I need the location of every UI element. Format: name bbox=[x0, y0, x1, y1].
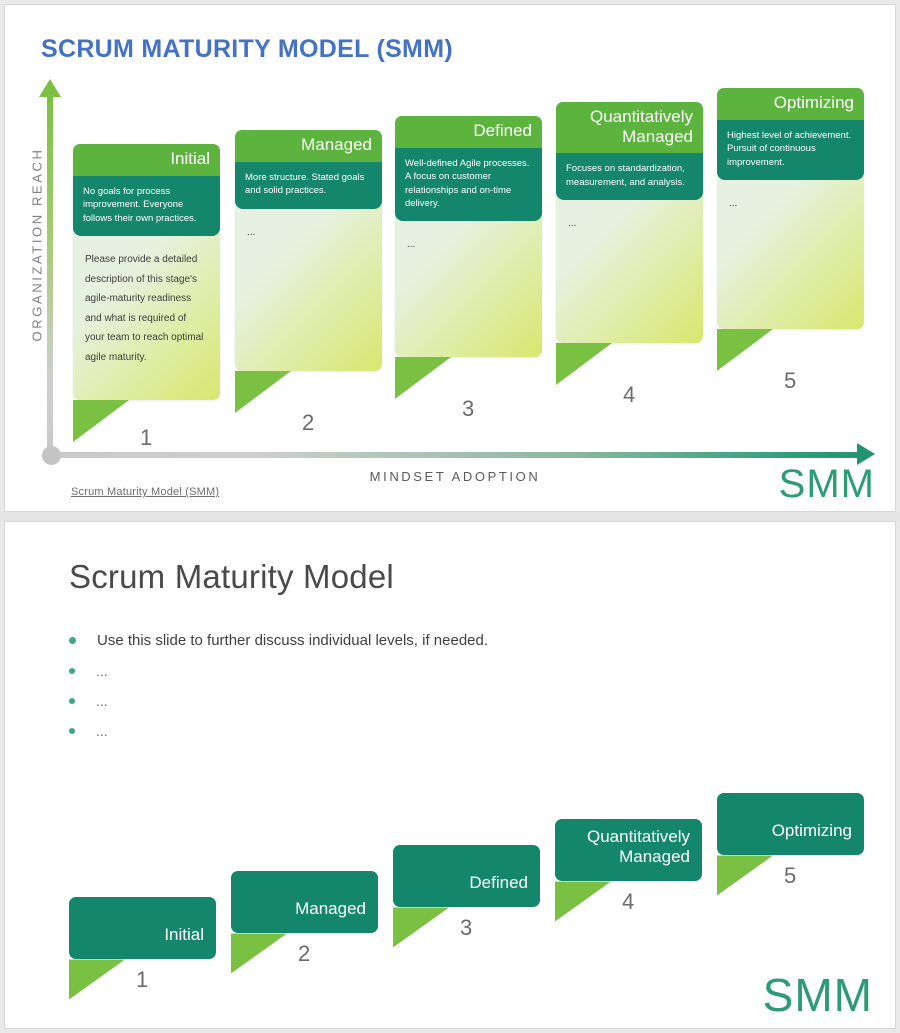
maturity-card-2-title: Managed bbox=[235, 130, 382, 162]
maturity-card-5-description: Highest level of achievement. Pursuit of… bbox=[717, 119, 864, 180]
slide2-maturity-card-4-label: Quantitatively Managed bbox=[587, 826, 690, 867]
slide2-maturity-steps-group: Initial 1 Managed 2 Defined 3 Quantitati… bbox=[5, 522, 895, 1028]
slide2-maturity-card-2-number: 2 bbox=[298, 941, 311, 967]
slide-scrum-maturity-model-detail[interactable]: Scrum Maturity Model Use this slide to f… bbox=[4, 521, 896, 1029]
maturity-card-1-number: 1 bbox=[140, 425, 153, 450]
slide-divider bbox=[0, 511, 900, 522]
slide2-maturity-card-4-number: 4 bbox=[622, 889, 635, 915]
maturity-card-2-number: 2 bbox=[302, 410, 315, 435]
maturity-card-3-number: 3 bbox=[462, 396, 475, 421]
slide2-maturity-card-1-title: Initial bbox=[69, 897, 216, 960]
slide-scrum-maturity-model-diagram[interactable]: SCRUM MATURITY MODEL (SMM) ORGANIZATION … bbox=[4, 4, 896, 512]
slide-deck: SCRUM MATURITY MODEL (SMM) ORGANIZATION … bbox=[0, 0, 900, 1033]
slide2-maturity-card-5-title: Optimizing bbox=[717, 793, 864, 856]
slide2-maturity-card-1-number: 1 bbox=[136, 967, 149, 993]
maturity-card-4[interactable]: Quantitatively Managed Focuses on standa… bbox=[556, 102, 703, 385]
maturity-card-4-tail bbox=[556, 343, 612, 385]
maturity-card-1-title: Initial bbox=[73, 144, 220, 176]
maturity-card-4-description: Focuses on standardization, measurement,… bbox=[556, 153, 703, 201]
maturity-card-4-number: 4 bbox=[623, 382, 636, 407]
maturity-card-5-number: 5 bbox=[784, 368, 797, 393]
slide2-maturity-card-4[interactable]: Quantitatively Managed bbox=[555, 819, 702, 922]
slide2-maturity-card-2[interactable]: Managed bbox=[231, 871, 378, 974]
slide2-maturity-card-3-title: Defined bbox=[393, 845, 540, 908]
maturity-card-3-title: Defined bbox=[395, 116, 542, 148]
maturity-card-3-description: Well-defined Agile processes. A focus on… bbox=[395, 147, 542, 222]
maturity-card-1-tail bbox=[73, 400, 129, 442]
slide2-maturity-card-2-tail bbox=[231, 933, 287, 974]
smm-logo: SMM bbox=[762, 968, 873, 1021]
maturity-card-2-body: ... bbox=[247, 226, 256, 238]
maturity-card-3[interactable]: Defined Well-defined Agile processes. A … bbox=[395, 116, 542, 399]
slide2-maturity-card-3[interactable]: Defined bbox=[393, 845, 540, 948]
maturity-card-1[interactable]: Initial No goals for process improvement… bbox=[73, 144, 220, 442]
maturity-card-4-body: ... bbox=[568, 218, 577, 230]
slide2-maturity-card-1-label: Initial bbox=[164, 925, 204, 945]
maturity-card-5-title: Optimizing bbox=[717, 88, 864, 120]
maturity-card-5[interactable]: Optimizing Highest level of achievement.… bbox=[717, 88, 864, 371]
maturity-card-2-tail bbox=[235, 371, 291, 413]
maturity-card-4-title: Quantitatively Managed bbox=[556, 102, 703, 154]
maturity-card-5-tail bbox=[717, 329, 773, 371]
maturity-card-3-tail bbox=[395, 357, 451, 399]
maturity-card-2[interactable]: Managed More structure. Stated goals and… bbox=[235, 130, 382, 413]
maturity-card-1-body: Please provide a detailed description of… bbox=[85, 254, 204, 363]
maturity-card-1-description: No goals for process improvement. Everyo… bbox=[73, 175, 220, 236]
maturity-card-3-body: ... bbox=[407, 239, 416, 251]
slide2-maturity-card-4-title: Quantitatively Managed bbox=[555, 819, 702, 882]
slide2-maturity-card-3-number: 3 bbox=[460, 915, 473, 941]
slide2-maturity-card-4-tail bbox=[555, 881, 611, 922]
slide2-maturity-card-5-number: 5 bbox=[784, 863, 797, 889]
maturity-card-5-body: ... bbox=[729, 198, 738, 209]
maturity-steps-group: Initial No goals for process improvement… bbox=[5, 5, 895, 511]
footer-source-link[interactable]: Scrum Maturity Model (SMM) bbox=[71, 486, 219, 498]
maturity-card-2-description: More structure. Stated goals and solid p… bbox=[235, 161, 382, 209]
slide2-maturity-card-5-tail bbox=[717, 855, 773, 896]
slide2-maturity-card-5[interactable]: Optimizing bbox=[717, 793, 864, 896]
slide2-maturity-card-2-title: Managed bbox=[231, 871, 378, 934]
slide2-maturity-card-3-label: Defined bbox=[469, 873, 528, 893]
slide2-maturity-card-1[interactable]: Initial bbox=[69, 897, 216, 1000]
smm-logo: SMM bbox=[778, 461, 875, 506]
slide2-maturity-card-2-label: Managed bbox=[295, 899, 366, 919]
slide2-maturity-card-3-tail bbox=[393, 907, 449, 948]
slide2-maturity-card-1-tail bbox=[69, 959, 125, 1000]
slide2-maturity-card-5-label: Optimizing bbox=[771, 821, 852, 841]
